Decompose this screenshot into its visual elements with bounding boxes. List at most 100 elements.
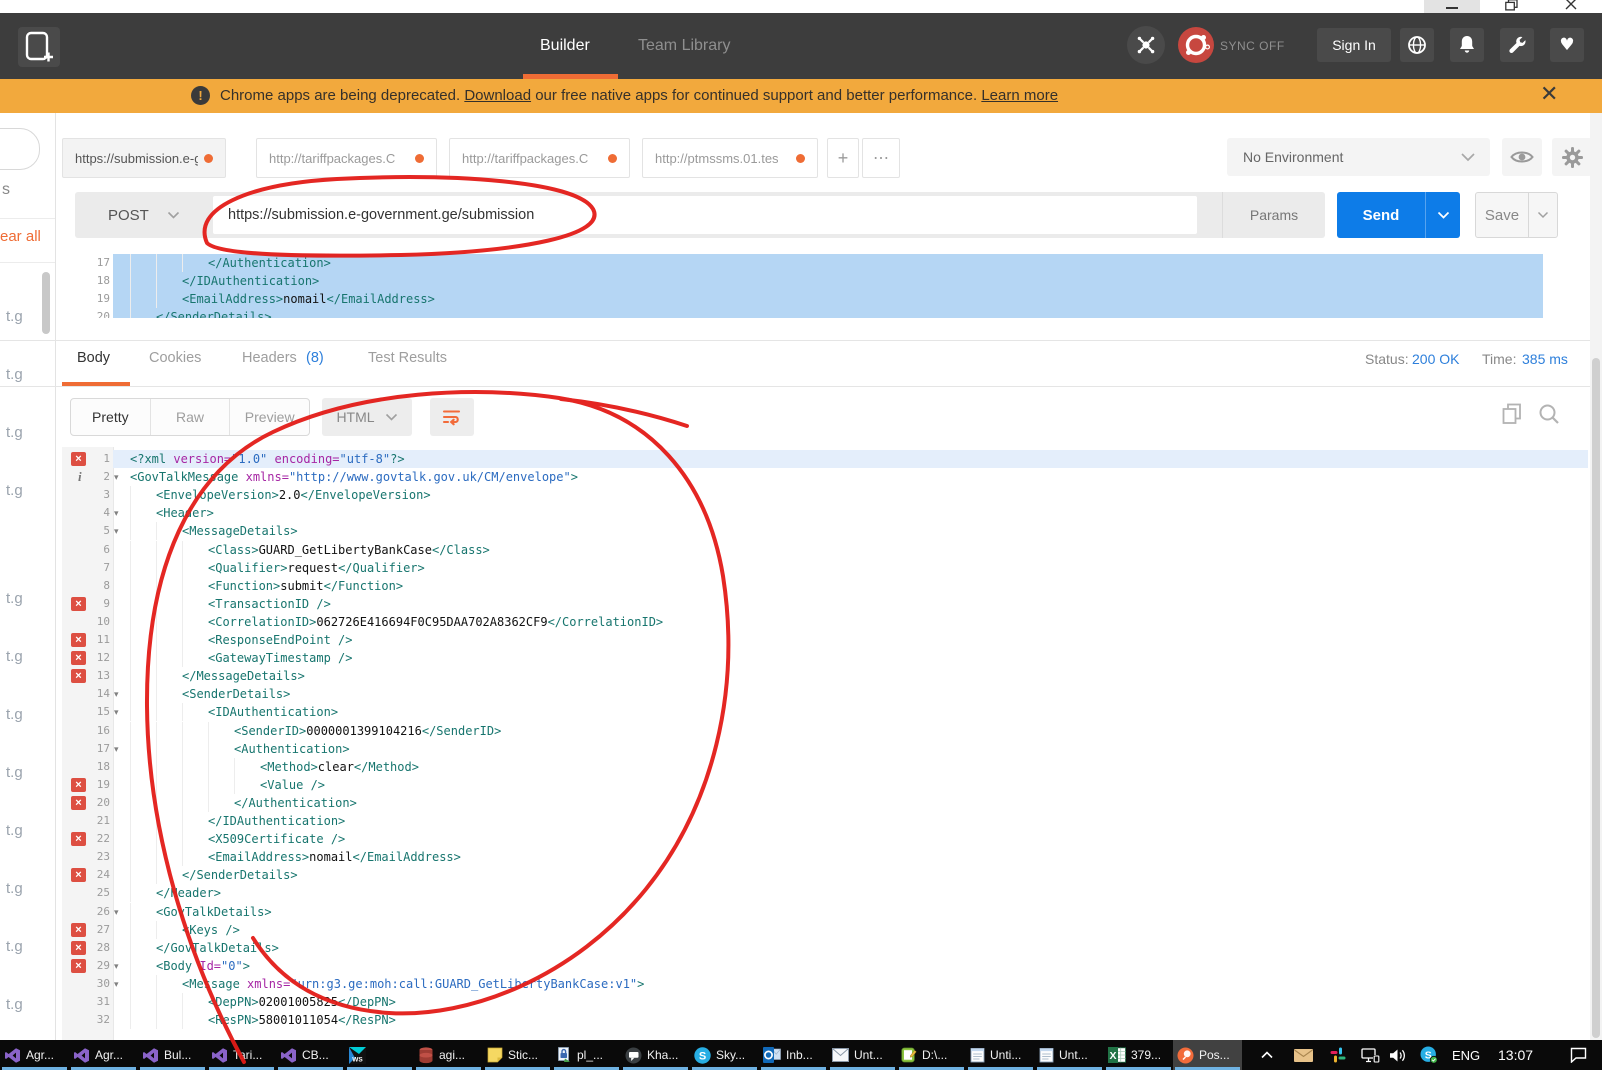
taskbar-item-2[interactable]: Agr... (69, 1040, 138, 1070)
tab-response-cookies[interactable]: Cookies (149, 350, 201, 366)
tab-builder[interactable]: Builder (540, 37, 590, 55)
fold-caret[interactable]: ▾ (114, 522, 119, 540)
environment-dropdown[interactable]: No Environment (1227, 138, 1490, 176)
globe-button[interactable] (1400, 28, 1434, 62)
history-item[interactable]: t.g (6, 424, 23, 441)
wrap-lines-button[interactable] (430, 398, 474, 436)
history-item[interactable]: t.g (6, 706, 23, 723)
tab-response-body[interactable]: Body (77, 350, 110, 366)
taskbar-item-5[interactable]: CB... (276, 1040, 345, 1070)
view-pretty[interactable]: Pretty (71, 399, 151, 435)
new-request-button[interactable] (18, 27, 60, 67)
taskbar-item-8[interactable]: Stic... (483, 1040, 552, 1070)
banner-close-icon[interactable]: ✕ (1540, 81, 1558, 107)
history-item[interactable]: t.g (6, 764, 23, 781)
fold-caret[interactable]: ▾ (114, 504, 119, 522)
history-item[interactable]: t.g (6, 308, 23, 325)
sidebar-search-pill[interactable] (0, 128, 40, 170)
fold-caret[interactable]: ▾ (114, 740, 119, 758)
view-preview[interactable]: Preview (230, 399, 309, 435)
send-options-chevron[interactable] (1426, 192, 1460, 238)
interceptor-button[interactable] (1127, 26, 1165, 64)
minimize-button[interactable] (1424, 0, 1480, 13)
tab-response-headers[interactable]: Headers (242, 350, 297, 366)
history-item[interactable]: t.g (6, 648, 23, 665)
environment-settings-button[interactable] (1552, 138, 1592, 176)
fold-caret[interactable]: ▾ (114, 685, 119, 703)
tray-clock[interactable]: 13:07 (1498, 1040, 1533, 1070)
line-number: 1 (74, 450, 110, 468)
params-button[interactable]: Params (1223, 192, 1325, 238)
taskbar-item-9[interactable]: pl_... (552, 1040, 621, 1070)
download-link[interactable]: Download (464, 87, 531, 104)
restore-button[interactable] (1496, 0, 1526, 13)
fold-caret[interactable]: ▾ (114, 957, 119, 975)
history-item[interactable]: t.g (6, 482, 23, 499)
copy-response-button[interactable] (1502, 403, 1522, 430)
request-tab-3[interactable]: http://tariffpackages.C (449, 138, 630, 178)
tray-network[interactable] (1355, 1040, 1385, 1070)
favorites-button[interactable]: ♥ (1550, 28, 1584, 62)
fold-caret[interactable]: ▾ (114, 903, 119, 921)
taskbar-item-10[interactable]: Kha... (621, 1040, 690, 1070)
language-selected: HTML (336, 409, 374, 425)
tray-skype[interactable]: S (1414, 1040, 1444, 1070)
send-button[interactable]: Send (1337, 192, 1460, 238)
taskbar-item-6[interactable]: WS (345, 1040, 414, 1070)
save-options-chevron[interactable] (1529, 193, 1557, 237)
sync-button[interactable] (1177, 26, 1215, 64)
view-raw[interactable]: Raw (151, 399, 231, 435)
request-tab-4[interactable]: http://ptmssms.01.tes (642, 138, 818, 178)
taskbar-item-11[interactable]: SSky... (690, 1040, 759, 1070)
taskbar-item-3[interactable]: Bul... (138, 1040, 207, 1070)
window-scrollbar[interactable] (1590, 113, 1602, 1040)
taskbar-item-12[interactable]: Inb... (759, 1040, 828, 1070)
more-tabs-button[interactable]: ⋯ (862, 138, 900, 178)
search-response-button[interactable] (1538, 403, 1560, 430)
sidebar-scrollbar[interactable] (42, 272, 50, 334)
environment-preview-button[interactable] (1502, 138, 1542, 176)
close-button[interactable] (1556, 0, 1586, 13)
tab-test-results[interactable]: Test Results (368, 350, 447, 366)
tray-slack[interactable] (1324, 1040, 1352, 1070)
history-item[interactable]: t.g (6, 366, 23, 383)
save-button[interactable]: Save (1475, 192, 1558, 238)
history-item[interactable]: t.g (6, 996, 23, 1013)
notifications-button[interactable] (1450, 28, 1484, 62)
tray-mail[interactable] (1288, 1040, 1318, 1070)
history-item[interactable]: t.g (6, 938, 23, 955)
clear-all-link[interactable]: ear all (0, 228, 41, 245)
new-request-tab-button[interactable]: + (827, 138, 859, 178)
taskbar-item-13[interactable]: Unt... (828, 1040, 897, 1070)
request-body-editor[interactable]: 17</Authentication>18</IDAuthentication>… (62, 247, 1543, 318)
response-body-editor[interactable]: ×1<?xml version="1.0" encoding="utf-8"?>… (62, 447, 1588, 1040)
taskbar-item-14[interactable]: D:\... (897, 1040, 966, 1070)
fold-caret[interactable]: ▾ (114, 468, 119, 486)
sign-in-button[interactable]: Sign In (1317, 28, 1391, 62)
history-item[interactable]: t.g (6, 880, 23, 897)
tray-action-center[interactable] (1562, 1040, 1594, 1070)
taskbar-item-7[interactable]: agi... (414, 1040, 483, 1070)
taskbar-item-4[interactable]: Tari... (207, 1040, 276, 1070)
request-tab-1[interactable]: https://submission.e-g (62, 138, 226, 178)
url-input[interactable]: https://submission.e-government.ge/submi… (213, 196, 1197, 234)
code-line: 17</Authentication> (62, 254, 1543, 272)
fold-caret[interactable]: ▾ (114, 975, 119, 993)
taskbar-item-18[interactable]: Pos... (1173, 1040, 1242, 1070)
taskbar-item-15[interactable]: Unti... (966, 1040, 1035, 1070)
method-dropdown[interactable]: POST (108, 192, 180, 238)
tray-volume[interactable] (1382, 1040, 1414, 1070)
fold-caret[interactable]: ▾ (114, 703, 119, 721)
taskbar-item-16[interactable]: Unt... (1035, 1040, 1104, 1070)
history-item[interactable]: t.g (6, 822, 23, 839)
request-tab-2[interactable]: http://tariffpackages.C (256, 138, 437, 178)
tab-team-library[interactable]: Team Library (638, 37, 730, 55)
learn-more-link[interactable]: Learn more (981, 87, 1058, 104)
tray-language[interactable]: ENG (1452, 1040, 1480, 1070)
history-item[interactable]: t.g (6, 590, 23, 607)
tray-expand-button[interactable] (1252, 1040, 1282, 1070)
taskbar-item-17[interactable]: X379... (1104, 1040, 1173, 1070)
taskbar-item-1[interactable]: Agr... (0, 1040, 69, 1070)
language-dropdown[interactable]: HTML (322, 398, 412, 436)
settings-button[interactable] (1500, 28, 1534, 62)
